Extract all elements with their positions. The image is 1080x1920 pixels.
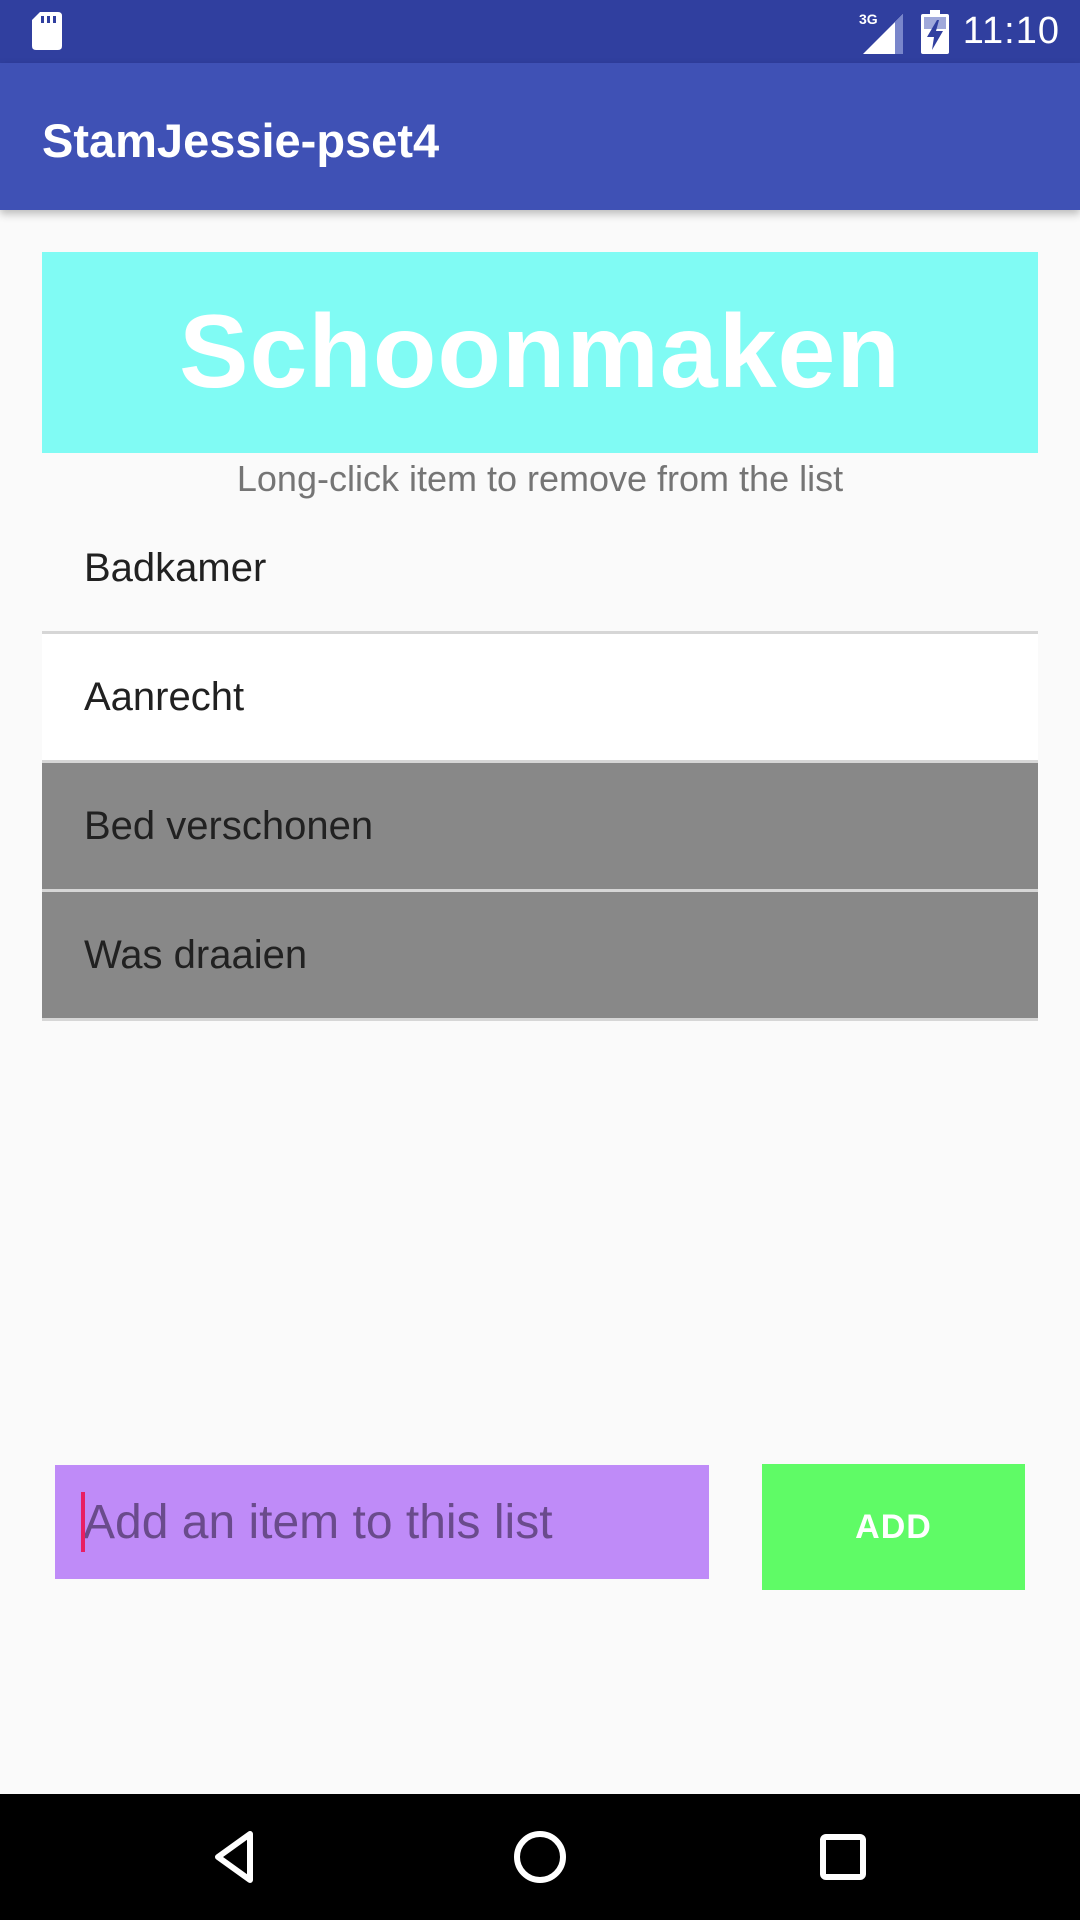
text-cursor xyxy=(81,1492,85,1552)
todo-list: Badkamer Aanrecht Bed verschonen Was dra… xyxy=(42,505,1038,1021)
list-item-label: Bed verschonen xyxy=(84,803,374,848)
home-icon[interactable] xyxy=(507,1824,573,1890)
list-title-banner: Schoonmaken xyxy=(42,252,1038,453)
list-item[interactable]: Badkamer xyxy=(42,505,1038,634)
battery-charging-icon xyxy=(920,9,949,54)
app-bar: StamJessie-pset4 xyxy=(0,63,1080,210)
list-item[interactable]: Aanrecht xyxy=(42,634,1038,763)
recents-icon[interactable] xyxy=(810,1824,876,1890)
list-item-label: Was draaien xyxy=(84,932,308,977)
list-title: Schoonmaken xyxy=(179,294,901,410)
list-item[interactable]: Bed verschonen xyxy=(42,763,1038,892)
navigation-bar xyxy=(0,1794,1080,1920)
back-icon[interactable] xyxy=(204,1824,270,1890)
status-bar: 3G 11:10 xyxy=(0,0,1080,63)
signal-icon: 3G xyxy=(859,11,903,54)
app-title: StamJessie-pset4 xyxy=(42,114,440,167)
add-button[interactable]: ADD xyxy=(762,1464,1025,1590)
network-type-label: 3G xyxy=(859,11,878,27)
status-icons: 3G 11:10 xyxy=(859,0,1060,63)
add-item-input[interactable] xyxy=(55,1465,709,1579)
sd-card-icon xyxy=(32,12,62,50)
remove-hint: Long-click item to remove from the list xyxy=(236,458,844,499)
status-clock: 11:10 xyxy=(962,10,1060,52)
list-item-label: Aanrecht xyxy=(84,674,245,719)
list-item[interactable]: Was draaien xyxy=(42,892,1038,1021)
list-item-label: Badkamer xyxy=(84,545,267,590)
